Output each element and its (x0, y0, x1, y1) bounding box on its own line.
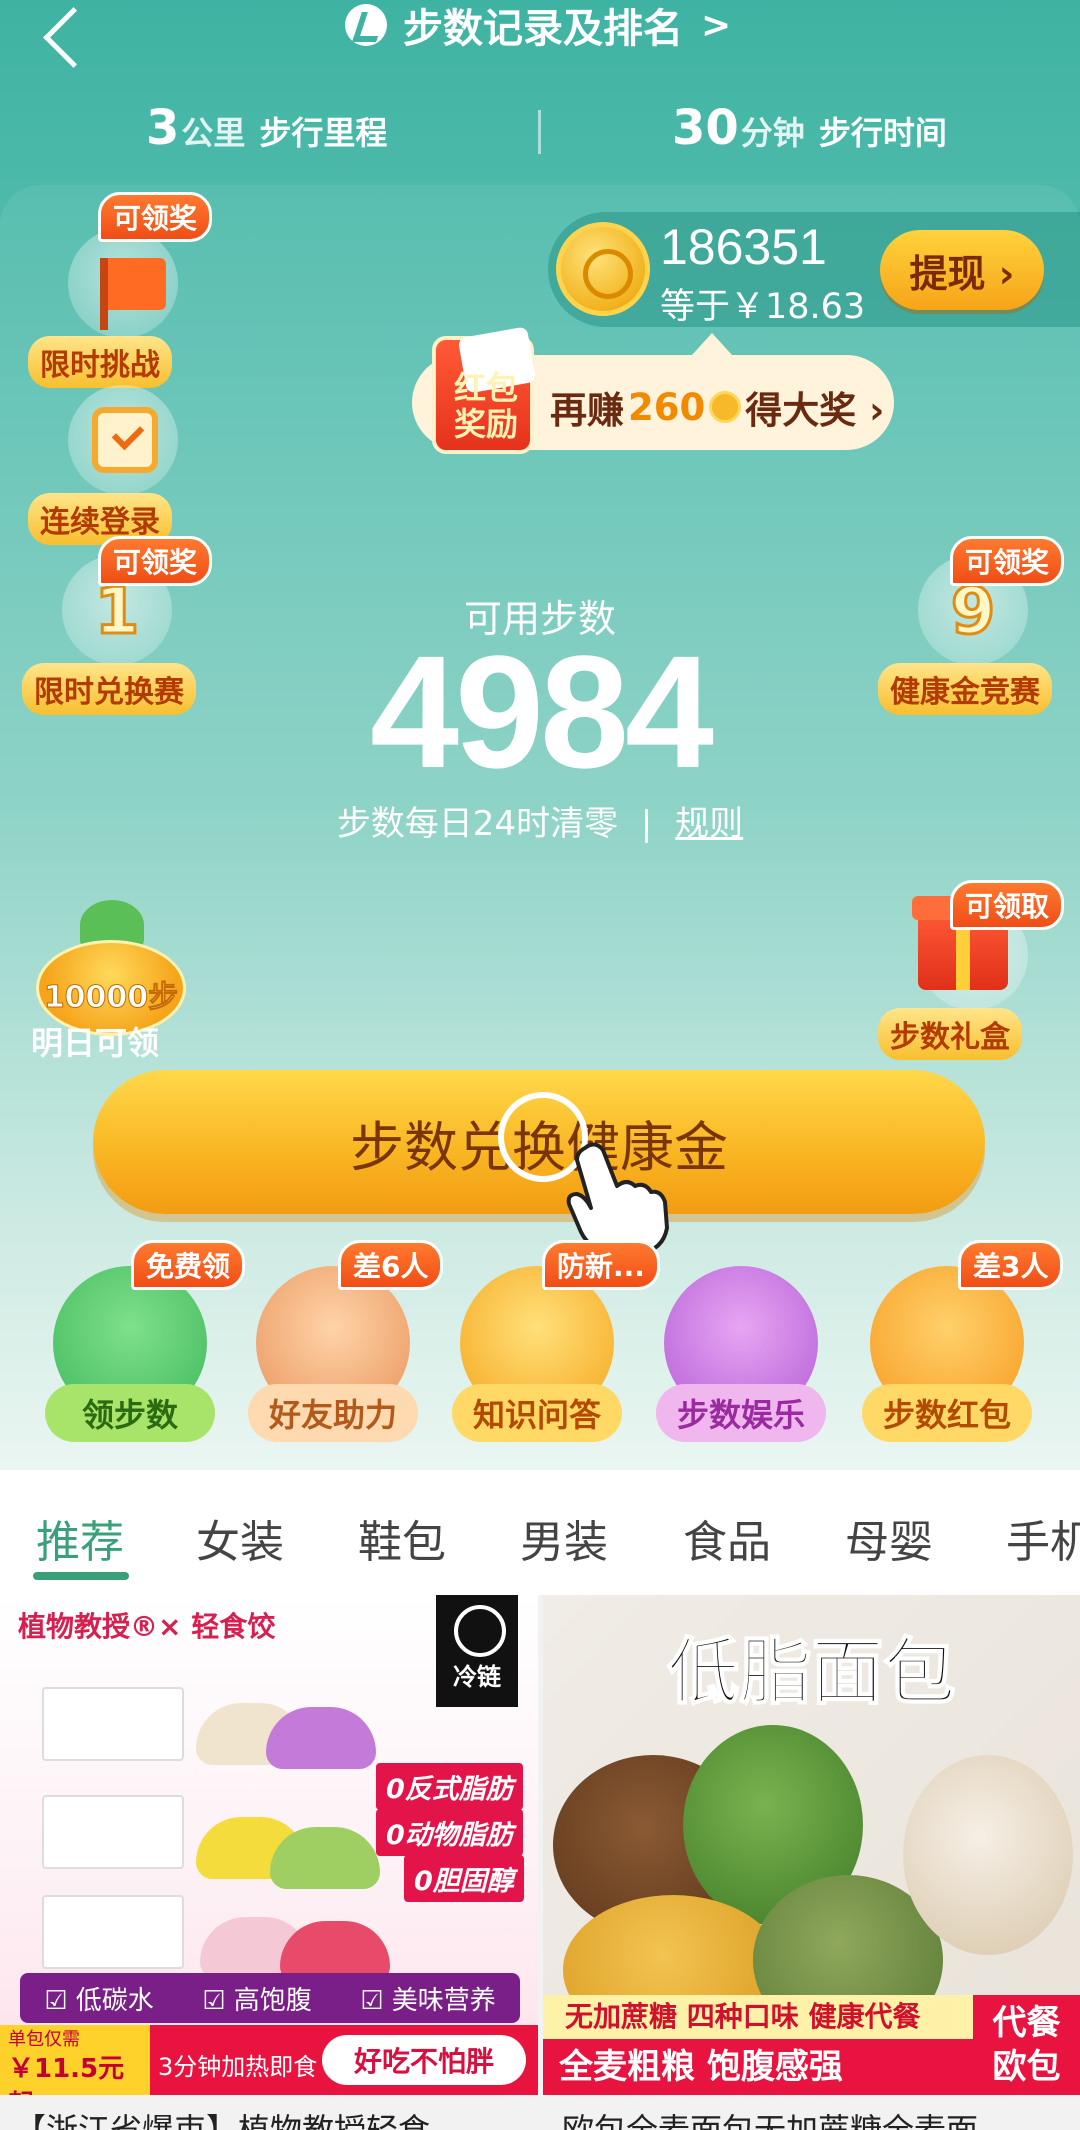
product-checks: ☑ 低碳水 ☑ 高饱腹 ☑ 美味营养 (20, 1973, 520, 2023)
distance-value: 3 (146, 100, 180, 156)
reset-note-row: 步数每日24时清零 | 规则 (0, 796, 1080, 845)
feature-label: 步数娱乐 (656, 1384, 826, 1442)
withdraw-button[interactable]: 提现 › (880, 230, 1044, 310)
product-claim: 0反式脂肪 (376, 1763, 523, 1810)
reward-bubble-text: 再赚 260 得大奖 › (550, 380, 884, 434)
product-brand: 植物教授®× 轻食饺 (18, 1610, 276, 1643)
runner-icon (345, 4, 387, 46)
limited-challenge[interactable]: 限时挑战 (28, 228, 208, 388)
package-image (42, 1687, 184, 1761)
bread-image (903, 1755, 1073, 1955)
feature-label: 领步数 (45, 1384, 215, 1442)
dumpling-image (270, 1827, 380, 1889)
continuous-login[interactable]: 连续登录 (28, 385, 208, 545)
back-button[interactable] (36, 4, 96, 74)
reset-separator: | (640, 804, 653, 844)
product-corner-tag: 代餐 欧包 (973, 1995, 1080, 2095)
feature-badge: 差3人 (958, 1240, 1064, 1290)
health-race-badge: 可领奖 (950, 536, 1065, 586)
tab-food[interactable]: 食品 (683, 1506, 771, 1570)
dumpling-image (266, 1707, 376, 1769)
feature-red-packet[interactable]: 步数红包 差3人 (862, 1240, 1064, 1448)
feature-badge: 免费领 (131, 1240, 246, 1290)
pot-steps-text: 10000步 (43, 980, 179, 1016)
time-stat: 30 分钟 步行时间 (672, 100, 947, 156)
product-claim: 0动物脂肪 (376, 1809, 523, 1856)
tab-men[interactable]: 男装 (520, 1506, 608, 1570)
flag-icon (100, 258, 166, 310)
gift-label: 步数礼盒 (878, 1008, 1022, 1060)
time-value: 30 (672, 100, 739, 156)
available-steps-value: 4984 (370, 622, 714, 801)
check-item: ☑ 高饱腹 (202, 1985, 312, 2016)
distance-label: 步行里程 (259, 114, 388, 152)
tab-underline (33, 1572, 129, 1580)
pot-caption: 明日可领 (30, 1024, 159, 1062)
reset-note: 步数每日24时清零 (336, 804, 619, 844)
feature-get-steps[interactable]: 领步数 免费领 (45, 1240, 246, 1448)
walk-stats: 3 公里 步行里程 30 分钟 步行时间 (0, 100, 1080, 166)
feature-badge: 防新... (542, 1240, 660, 1290)
gift-badge: 可领取 (950, 880, 1065, 930)
challenge-icon-bg (68, 228, 178, 338)
coin-icon (556, 222, 650, 316)
calendar-icon (92, 407, 158, 473)
mini-coin-icon (709, 391, 742, 423)
price-prefix: 单包仅需 (8, 2029, 80, 2050)
product-headline: 低脂面包 (666, 1629, 956, 1715)
product-title[interactable]: 【浙江省爆束】植物教授轻食 (14, 2105, 534, 2130)
check-item: ☑ 美味营养 (360, 1985, 496, 2016)
feature-badge: 差6人 (338, 1240, 444, 1290)
top-bar: 步数记录及排名 > (0, 0, 1080, 60)
product-grid: 植物教授®× 轻食饺 冷链 0反式脂肪 0动物脂肪 0胆固醇 ☑ 低碳水 ☑ 高… (0, 1595, 1080, 2130)
package-image (42, 1795, 184, 1869)
tab-phone[interactable]: 手机 (1006, 1506, 1080, 1570)
page-title-link[interactable]: 步数记录及排名 > (345, 0, 732, 52)
distance-stat: 3 公里 步行里程 (146, 100, 387, 156)
flag-pole (100, 258, 108, 330)
product-slogan: 好吃不怕胖 (322, 2035, 526, 2085)
product-claim: 0胆固醇 (404, 1855, 524, 1902)
time-unit: 分钟 (740, 114, 805, 152)
feature-label: 好友助力 (248, 1384, 418, 1442)
cold-chain-badge: 冷链 (436, 1595, 518, 1707)
coin-equivalent: 等于￥18.63 (660, 287, 866, 327)
check-item: ☑ 低碳水 (44, 1985, 154, 2016)
reward-amount: 260 (628, 385, 706, 429)
tab-recommend[interactable]: 推荐 (36, 1506, 124, 1570)
reward-prefix: 再赚 (550, 389, 624, 432)
tab-women[interactable]: 女装 (196, 1506, 284, 1570)
challenge-label: 限时挑战 (28, 336, 172, 388)
feature-entertainment[interactable]: 步数娱乐 (656, 1258, 826, 1448)
tab-bags[interactable]: 鞋包 (358, 1506, 446, 1570)
tab-baby[interactable]: 母婴 (845, 1506, 933, 1570)
product-card[interactable]: 低脂面包 无加蔗糖 四种口味 健康代餐 全麦粗粮 饱腹感强 代餐 欧包 (543, 1595, 1080, 2095)
login-icon-bg (68, 385, 178, 495)
product-title[interactable]: 欧包全麦面包无加蔗糖全麦面 (562, 2105, 1072, 2130)
coin-amount: 186351 (660, 219, 827, 275)
time-label: 步行时间 (818, 114, 947, 152)
category-tabs: 推荐 女装 鞋包 男装 食品 母婴 手机 (0, 1470, 1080, 1585)
challenge-badge: 可领奖 (98, 192, 213, 242)
package-image (42, 1895, 184, 1969)
rules-link[interactable]: 规则 (675, 804, 743, 844)
reward-suffix: 得大奖 › (745, 389, 885, 432)
distance-unit: 公里 (181, 114, 246, 152)
exchange-badge: 可领奖 (98, 536, 213, 586)
page-title: 步数记录及排名 (403, 6, 683, 52)
feature-label: 知识问答 (452, 1384, 622, 1442)
feature-friend-help[interactable]: 好友助力 差6人 (248, 1240, 444, 1448)
chevron-right-icon: > (701, 4, 732, 46)
product-card[interactable]: 植物教授®× 轻食饺 冷链 0反式脂肪 0动物脂肪 0胆固醇 ☑ 低碳水 ☑ 高… (0, 1595, 538, 2095)
stats-divider (538, 110, 541, 154)
feature-quiz[interactable]: 知识问答 防新... (452, 1240, 660, 1448)
feature-label: 步数红包 (862, 1384, 1032, 1442)
product-price: ￥11.5元起 (8, 2054, 125, 2095)
red-packet-label: 红包 奖励 (453, 369, 518, 443)
price-tag: 单包仅需 ￥11.5元起 (0, 2025, 150, 2095)
heat-note: 3分钟加热即食 (158, 2053, 318, 2081)
